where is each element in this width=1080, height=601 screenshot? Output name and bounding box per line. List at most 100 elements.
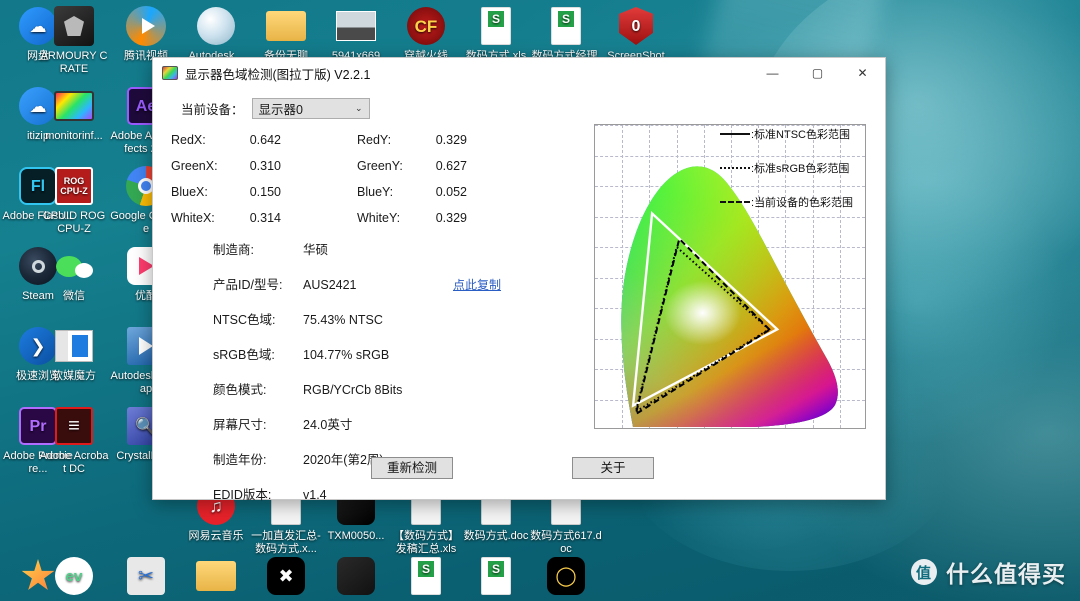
dialog-titlebar[interactable]: 显示器色域检测(图拉丁版) V2.2.1 — ▢ ✕: [153, 58, 885, 88]
desktop-icon[interactable]: 腾讯视频: [110, 4, 182, 63]
watermark-badge: 值: [911, 559, 937, 585]
legend-item: :标准sRGB色彩范围: [720, 160, 872, 176]
coord-key-x: WhiteX:: [171, 211, 215, 225]
legend-label: :当前设备的色彩范围: [751, 197, 854, 209]
sheet-icon: S: [474, 4, 518, 48]
copy-link[interactable]: 点此复制: [453, 276, 501, 293]
desktop-icon[interactable]: ARMOURY CRATE: [38, 4, 110, 76]
sheet-icon: S: [474, 554, 518, 598]
coord-key-y: BlueY:: [357, 185, 394, 199]
desktop-icon-label: 网易云音乐: [188, 530, 244, 542]
device-selector-row: 当前设备： 显示器0 ⌄: [181, 98, 543, 119]
desktop-icon[interactable]: ✖: [250, 554, 322, 600]
coordinate-row: BlueX: 0.150 BlueY: 0.052: [171, 185, 543, 199]
cf-icon: CF: [404, 4, 448, 48]
sheet-icon: S: [544, 4, 588, 48]
detail-value: 华硕: [303, 243, 329, 257]
desktop-icon-label: 微信: [63, 290, 85, 302]
dark-icon: [334, 554, 378, 598]
shield-icon: 0: [614, 4, 658, 48]
desktop-icon[interactable]: S: [460, 554, 532, 600]
y-tick-mark: [594, 278, 595, 279]
desktop-icon[interactable]: 软媒魔方: [38, 324, 110, 383]
folder-icon: [194, 554, 238, 598]
desktop-icon[interactable]: ≡ Adobe Acrobat DC: [38, 404, 110, 476]
detail-value: 75.43% NTSC: [303, 313, 383, 327]
photo-icon: [334, 4, 378, 48]
desktop-icon[interactable]: Autodesk...: [180, 4, 252, 63]
info-panel: 当前设备： 显示器0 ⌄ RedX: 0.642 RedY: 0.329 GreenX:…: [153, 88, 543, 502]
tool-icon: ✂: [124, 554, 168, 598]
desktop-icon[interactable]: ev: [38, 554, 110, 600]
detail-row: NTSC色域: 75.43% NTSC: [171, 309, 543, 328]
wechat-icon: [52, 244, 96, 288]
x-tick-mark: [649, 124, 650, 125]
device-select[interactable]: 显示器0 ⌄: [251, 98, 370, 119]
window-controls: — ▢ ✕: [750, 58, 885, 88]
x-tick-mark: [622, 124, 623, 125]
chart-legend: :标准NTSC色彩范围 :标准sRGB色彩范围 :当前设备的色彩范围: [720, 126, 872, 228]
coord-value-x: 0.642: [249, 133, 281, 147]
desktop-icon-label: TXM0050...: [327, 530, 385, 542]
color-gamut-dialog: 显示器色域检测(图拉丁版) V2.2.1 — ▢ ✕ 当前设备： 显示器0 ⌄ …: [152, 57, 886, 502]
legend-line-dashed-icon: [720, 201, 750, 203]
coord-value-y: 0.052: [435, 185, 467, 199]
monitor-gamut-icon: [162, 66, 178, 80]
coord-value-x: 0.314: [249, 211, 281, 225]
desktop-icon-label: 一加直发汇总-数码方式.x...: [251, 530, 321, 555]
about-button[interactable]: 关于: [572, 457, 654, 479]
legend-item: :标准NTSC色彩范围: [720, 126, 872, 142]
desktop-icon-label: monitorinf...: [45, 130, 103, 142]
desktop-icon[interactable]: S: [390, 554, 462, 600]
legend-label: :标准NTSC色彩范围: [751, 129, 851, 141]
y-tick-mark: [594, 186, 595, 187]
desktop-icon-label: 数码方式.doc: [463, 530, 529, 542]
sheet-icon: S: [404, 554, 448, 598]
maximize-button[interactable]: ▢: [795, 58, 840, 88]
desktop-icon[interactable]: 0 ScreenShot: [600, 4, 672, 63]
crate-icon: [52, 4, 96, 48]
device-label: 当前设备：: [181, 103, 244, 117]
detail-value: 104.77% sRGB: [303, 348, 390, 362]
detail-row: 颜色模式: RGB/YCrCb 8Bits: [171, 379, 543, 398]
window-icon: [52, 324, 96, 368]
desktop-icon[interactable]: ROG CPU-Z CPUID ROG CPU-Z: [38, 164, 110, 236]
detail-key: 产品ID/型号:: [213, 278, 283, 292]
coord-key-x: GreenX:: [171, 159, 218, 173]
coord-key-y: RedY:: [357, 133, 392, 147]
minimize-button[interactable]: —: [750, 58, 795, 88]
detail-value: AUS2421: [303, 278, 357, 292]
detail-key: 制造商:: [213, 243, 254, 257]
x-tick-mark: [704, 124, 705, 125]
coord-value-x: 0.310: [249, 159, 281, 173]
desktop-icon[interactable]: [180, 554, 252, 600]
monitor-icon: [52, 84, 96, 128]
close-button[interactable]: ✕: [840, 58, 885, 88]
y-tick-mark: [594, 217, 595, 218]
watermark: 值 什么值得买: [911, 555, 1066, 589]
coordinate-row: GreenX: 0.310 GreenY: 0.627: [171, 159, 543, 173]
y-tick-mark: [594, 247, 595, 248]
chevron-down-icon: ⌄: [354, 103, 363, 113]
desktop-icon[interactable]: 微信: [38, 244, 110, 303]
desktop-icon[interactable]: monitorinf...: [38, 84, 110, 143]
detail-row: 产品ID/型号: AUS2421 点此复制: [171, 274, 543, 293]
desktop-icon-label: 【数码方式】发稿汇总.xls: [393, 530, 459, 555]
desktop-icon[interactable]: 5941x669: [320, 4, 392, 63]
desktop-icon[interactable]: CF 穿越火线: [390, 4, 462, 63]
coord-key-y: WhiteY:: [357, 211, 401, 225]
y-tick-mark: [594, 369, 595, 370]
coordinate-row: RedX: 0.642 RedY: 0.329: [171, 133, 543, 147]
redetect-button[interactable]: 重新检测: [371, 457, 453, 479]
detail-key: NTSC色域:: [213, 313, 276, 327]
desktop-icon[interactable]: ✂: [110, 554, 182, 600]
desktop-icon[interactable]: [320, 554, 392, 600]
y-tick-mark: [594, 400, 595, 401]
legend-line-dotted-icon: [720, 167, 750, 169]
desktop-icon[interactable]: S 数码方式.xls: [460, 4, 532, 63]
coord-value-y: 0.627: [435, 159, 467, 173]
coord-value-x: 0.150: [249, 185, 281, 199]
detail-key: EDID版本:: [213, 488, 272, 502]
desktop-icon[interactable]: ◯: [530, 554, 602, 600]
detail-value: 24.0英寸: [303, 418, 353, 432]
